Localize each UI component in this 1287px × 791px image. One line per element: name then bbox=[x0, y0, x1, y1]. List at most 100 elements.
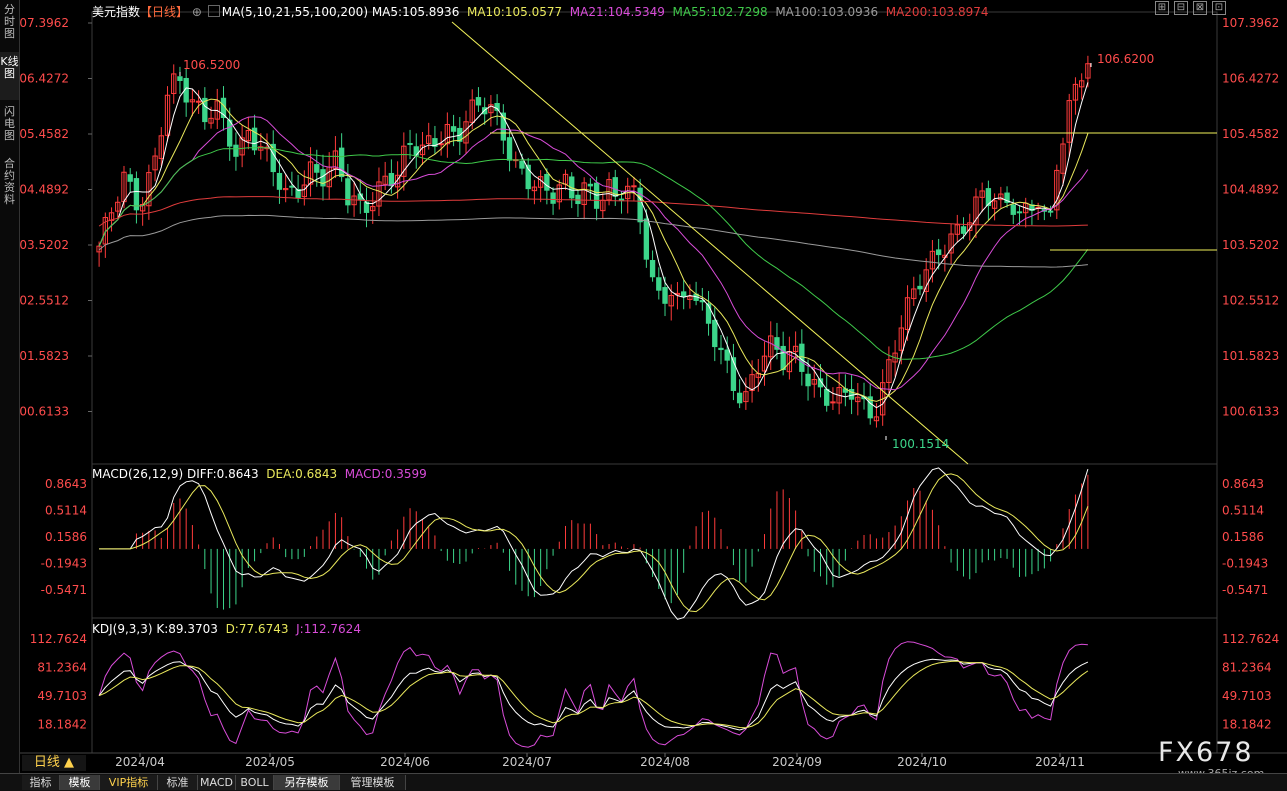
price-tick-right: 104.4892 bbox=[1222, 183, 1279, 197]
month-label: 2024/07 bbox=[502, 755, 552, 769]
tab-contract-info[interactable]: 合约资料 bbox=[0, 154, 19, 214]
price-tick-right: 103.5202 bbox=[1222, 238, 1279, 252]
ma10-value: MA10:105.0577 bbox=[466, 5, 563, 19]
window-tile-icon[interactable]: ⊞ bbox=[1155, 1, 1169, 15]
tab-manage-templates[interactable]: 管理模板 bbox=[340, 775, 406, 790]
kdj-tick-right: 49.7103 bbox=[1222, 689, 1272, 703]
candle-body bbox=[407, 142, 413, 145]
price-tick-left: 107.3962 bbox=[20, 16, 69, 30]
candle-body bbox=[550, 192, 556, 204]
macd-params: MACD(26,12,9) bbox=[92, 467, 184, 481]
price-tick-right: 107.3962 bbox=[1222, 16, 1279, 30]
window-restore-icon[interactable]: ⊠ bbox=[1193, 1, 1207, 15]
low-label: 100.1514 bbox=[892, 437, 949, 451]
kline-chart-canvas[interactable]: 107.3962 107.3962 106.4272 106.4272 105.4582… bbox=[20, 0, 1287, 773]
bottom-toolbar: 指标 模板 VIP指标 标准 MACD BOLL 另存模板 管理模板 bbox=[0, 773, 1287, 791]
candle-body bbox=[227, 119, 233, 147]
macd-diff-value: DIFF:0.8643 bbox=[186, 467, 259, 481]
month-label: 2024/09 bbox=[772, 755, 822, 769]
ma200-line bbox=[98, 196, 1088, 227]
ma5-value: MA5:105.8936 bbox=[371, 5, 460, 19]
tab-kline-chart[interactable]: K线图 bbox=[0, 52, 19, 100]
kdj-tick-left: 112.7624 bbox=[30, 632, 87, 646]
candle-body bbox=[643, 218, 650, 260]
candle-body bbox=[960, 226, 967, 234]
macd-dea-value: DEA:0.6843 bbox=[266, 467, 338, 481]
candle-body bbox=[830, 401, 836, 404]
price-tick-right: 105.4582 bbox=[1222, 127, 1279, 141]
tab-save-template[interactable]: 另存模板 bbox=[274, 775, 340, 790]
price-tick-right: 102.5512 bbox=[1222, 294, 1279, 308]
candle-body bbox=[824, 388, 830, 406]
price-tick-left: 106.4272 bbox=[20, 72, 69, 86]
indicator-icon[interactable] bbox=[207, 5, 220, 17]
candle-body bbox=[724, 349, 730, 361]
tab-macd[interactable]: MACD bbox=[198, 775, 236, 790]
price-tick-left: 103.5202 bbox=[20, 238, 69, 252]
month-label: 2024/10 bbox=[897, 755, 947, 769]
candle-body bbox=[338, 147, 345, 178]
kdj-tick-right: 112.7624 bbox=[1222, 632, 1279, 646]
candle-body bbox=[935, 249, 942, 256]
candle-body bbox=[662, 287, 668, 304]
kdj-tick-right: 81.2364 bbox=[1222, 661, 1272, 675]
ma-params: MA(5,10,21,55,100,200) bbox=[221, 5, 368, 19]
settings-icon[interactable]: ⊕ bbox=[192, 5, 202, 19]
window-maximize-icon[interactable]: ⊡ bbox=[1212, 1, 1226, 15]
kdj-tick-left: 49.7103 bbox=[37, 689, 87, 703]
period-select-button[interactable]: 日线 ▲ bbox=[22, 755, 86, 771]
tab-vip-indicators[interactable]: VIP指标 bbox=[100, 775, 158, 790]
high-left-label: 106.5200 bbox=[183, 58, 240, 72]
kdj-panel-frame bbox=[91, 617, 1218, 754]
high-right-label: 106.6200 bbox=[1097, 52, 1154, 66]
candle-body bbox=[712, 319, 718, 348]
window-minimize-icon[interactable]: ⊟ bbox=[1174, 1, 1188, 15]
tab-templates[interactable]: 模板 bbox=[60, 775, 100, 790]
candle-body bbox=[917, 285, 923, 290]
candle-body bbox=[233, 144, 239, 157]
price-tick-left: 100.6133 bbox=[20, 405, 69, 419]
candle-body bbox=[805, 373, 811, 387]
macd-diff-line bbox=[99, 467, 1089, 620]
month-label: 2024/05 bbox=[245, 755, 295, 769]
ma200-value: MA200:103.8974 bbox=[885, 5, 989, 19]
ma21-value: MA21:104.5349 bbox=[569, 5, 665, 19]
macd-tick-right: 0.8643 bbox=[1222, 477, 1264, 491]
candle-body bbox=[1016, 211, 1023, 214]
candle-body bbox=[705, 303, 712, 324]
candle-body bbox=[587, 183, 594, 187]
macd-tick-left: 0.8643 bbox=[45, 477, 87, 491]
downtrend-line bbox=[451, 21, 969, 465]
price-tick-right: 106.4272 bbox=[1222, 72, 1279, 86]
candle-body bbox=[195, 100, 202, 103]
kdj-d-value: D:77.6743 bbox=[225, 622, 289, 636]
macd-macd-value: MACD:0.3599 bbox=[344, 467, 427, 481]
tab-standard[interactable]: 标准 bbox=[158, 775, 198, 790]
candle-body bbox=[506, 137, 513, 161]
tab-indicators[interactable]: 指标 bbox=[22, 775, 60, 790]
candle-body bbox=[177, 76, 183, 81]
price-tick-left: 105.4582 bbox=[20, 127, 69, 141]
candle-body bbox=[1047, 210, 1054, 213]
ma55-value: MA55:102.7298 bbox=[672, 5, 768, 19]
candle-body bbox=[736, 392, 743, 404]
price-tick-right: 100.6133 bbox=[1222, 405, 1279, 419]
candle-body bbox=[593, 182, 600, 209]
candle-body bbox=[519, 160, 525, 169]
kdj-j-value: J:112.7624 bbox=[296, 622, 361, 636]
candle-body bbox=[631, 185, 637, 188]
candle-body bbox=[345, 178, 351, 206]
tab-boll[interactable]: BOLL bbox=[236, 775, 274, 790]
month-label: 2024/11 bbox=[1035, 755, 1085, 769]
macd-header: MACD(26,12,9) DIFF:0.8643 DEA:0.6843 MAC… bbox=[92, 467, 427, 481]
tab-tick-chart[interactable]: 闪电图 bbox=[0, 102, 19, 150]
price-tick-right: 101.5823 bbox=[1222, 349, 1279, 363]
candle-body bbox=[718, 347, 724, 351]
macd-tick-right: -0.5471 bbox=[1222, 583, 1268, 597]
tab-timeshare-chart[interactable]: 分时图 bbox=[0, 0, 19, 48]
macd-tick-right: 0.1586 bbox=[1222, 530, 1264, 544]
macd-panel-frame bbox=[91, 463, 1218, 619]
period-label[interactable]: 【日线】 bbox=[140, 5, 188, 19]
kdj-params: KDJ(9,3,3) bbox=[92, 622, 153, 636]
macd-tick-left: 0.1586 bbox=[45, 530, 87, 544]
